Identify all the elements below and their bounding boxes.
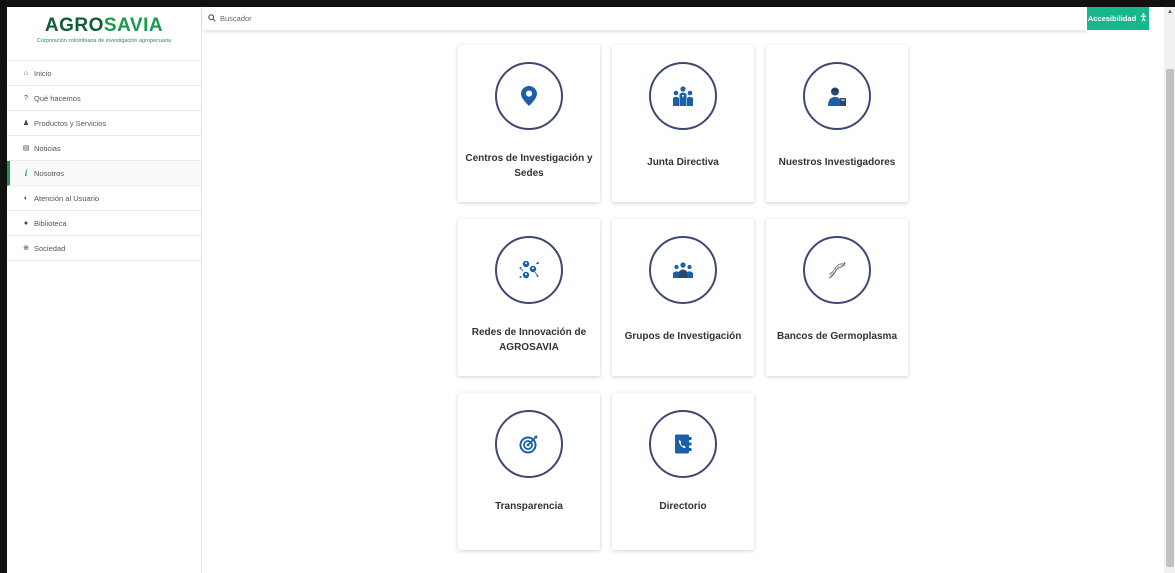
sidebar: AGROSAVIA Corporación colombiana de inve… bbox=[7, 7, 202, 573]
sidebar-item-sociedad[interactable]: ⊕ Sociedad bbox=[7, 236, 201, 261]
question-icon: ? bbox=[24, 94, 28, 102]
group-icon bbox=[672, 262, 694, 278]
sidebar-menu: ⌂ Inicio ? Qué hacemos ♟ Productos y Ser… bbox=[7, 60, 201, 261]
card-transparencia[interactable]: Transparencia bbox=[458, 393, 600, 550]
card-icon-circle bbox=[495, 62, 563, 130]
page-scrollbar[interactable]: ▲ bbox=[1164, 7, 1175, 573]
card-label: Junta Directiva bbox=[647, 157, 719, 168]
sidebar-item-nosotros[interactable]: i Nosotros bbox=[7, 161, 201, 186]
scroll-up-arrow-icon[interactable]: ▲ bbox=[1166, 7, 1174, 17]
sidebar-item-label: Atención al Usuario bbox=[34, 193, 100, 203]
card-label: Grupos de Investigación bbox=[624, 331, 742, 342]
card-grupos-investigacion[interactable]: Grupos de Investigación bbox=[612, 219, 754, 376]
sidebar-item-productos[interactable]: ♟ Productos y Servicios bbox=[7, 111, 201, 136]
sidebar-item-label: Productos y Servicios bbox=[34, 118, 107, 128]
card-directorio[interactable]: Directorio bbox=[612, 393, 754, 550]
accessibility-icon bbox=[1139, 13, 1148, 24]
newspaper-icon: ▤ bbox=[22, 145, 30, 152]
globe-icon: ⊕ bbox=[23, 245, 29, 252]
sidebar-item-label: Inicio bbox=[34, 68, 52, 78]
card-nuestros-investigadores[interactable]: Nuestros Investigadores bbox=[766, 45, 908, 202]
board-icon bbox=[672, 86, 694, 106]
card-icon-circle bbox=[803, 236, 871, 304]
info-icon: i bbox=[24, 168, 28, 178]
users-icon: ◐ bbox=[23, 194, 29, 202]
logo-tagline: Corporación colombiana de investigación … bbox=[36, 38, 172, 44]
card-icon-circle bbox=[803, 62, 871, 130]
sidebar-item-label: Nosotros bbox=[34, 168, 65, 178]
search-input[interactable] bbox=[220, 14, 520, 23]
sidebar-item-label: Qué hacemos bbox=[34, 93, 81, 103]
card-label: Bancos de Germoplasma bbox=[776, 331, 898, 342]
accessibility-button[interactable]: Accesibilidad bbox=[1087, 7, 1149, 30]
card-icon-circle bbox=[495, 236, 563, 304]
sidebar-item-noticias[interactable]: ▤ Noticias bbox=[7, 136, 201, 161]
card-icon-circle bbox=[649, 236, 717, 304]
card-label: Centros de Investigación y Sedes bbox=[465, 153, 593, 179]
card-centros-investigacion[interactable]: Centros de Investigación y Sedes bbox=[458, 45, 600, 202]
logo[interactable]: AGROSAVIA Corporación colombiana de inve… bbox=[7, 7, 201, 55]
sidebar-item-label: Noticias bbox=[34, 143, 61, 153]
home-icon: ⌂ bbox=[23, 69, 29, 77]
network-icon bbox=[518, 259, 540, 281]
card-redes-innovacion[interactable]: Redes de Innovación de AGROSAVIA bbox=[458, 219, 600, 376]
book-icon: ● bbox=[23, 219, 29, 227]
card-label: Nuestros Investigadores bbox=[778, 157, 896, 168]
card-junta-directiva[interactable]: Junta Directiva bbox=[612, 45, 754, 202]
phonebook-icon bbox=[674, 434, 692, 454]
person-icon: ♟ bbox=[22, 120, 30, 127]
sidebar-item-inicio[interactable]: ⌂ Inicio bbox=[7, 61, 201, 86]
search-bar bbox=[203, 7, 1087, 30]
card-icon-circle bbox=[649, 410, 717, 478]
sidebar-item-label: Sociedad bbox=[34, 243, 66, 253]
card-bancos-germoplasma[interactable]: Bancos de Germoplasma bbox=[766, 219, 908, 376]
logo-wordmark: AGROSAVIA bbox=[44, 15, 164, 36]
sidebar-item-biblioteca[interactable]: ● Biblioteca bbox=[7, 211, 201, 236]
sidebar-item-atencion[interactable]: ◐ Atención al Usuario bbox=[7, 186, 201, 211]
sidebar-item-label: Biblioteca bbox=[34, 218, 67, 228]
card-icon-circle bbox=[649, 62, 717, 130]
map-pin-icon bbox=[521, 86, 537, 106]
card-icon-circle bbox=[495, 410, 563, 478]
target-icon bbox=[519, 434, 539, 454]
card-label: Directorio bbox=[659, 501, 707, 512]
scroll-thumb[interactable] bbox=[1166, 69, 1174, 567]
researcher-icon bbox=[827, 86, 847, 106]
sidebar-item-que-hacemos[interactable]: ? Qué hacemos bbox=[7, 86, 201, 111]
card-label: Redes de Innovación de AGROSAVIA bbox=[471, 327, 587, 353]
card-label: Transparencia bbox=[495, 501, 563, 512]
search-icon bbox=[208, 13, 216, 24]
accessibility-label: Accesibilidad bbox=[1087, 14, 1137, 23]
dna-icon bbox=[827, 260, 847, 280]
